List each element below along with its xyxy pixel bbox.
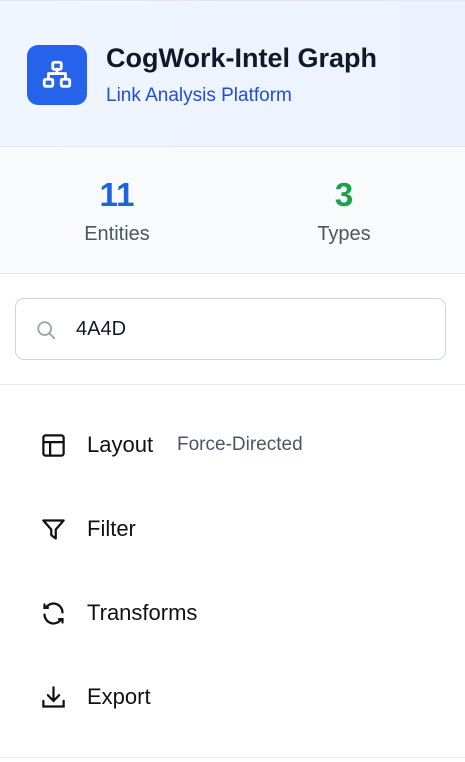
app-subtitle: Link Analysis Platform xyxy=(106,85,292,106)
sitemap-icon xyxy=(42,60,72,88)
stat-value: 3 xyxy=(334,176,354,213)
download-icon xyxy=(42,685,65,708)
search-input[interactable] xyxy=(76,299,426,359)
layout-icon xyxy=(42,433,65,457)
app-title: CogWork-Intel Graph xyxy=(106,43,378,73)
layout-current-value: Force-Directed xyxy=(177,434,303,455)
menu-item-label: Filter xyxy=(87,516,136,541)
menu-item-label: Layout xyxy=(87,432,154,457)
stat-types: 3 Types xyxy=(244,175,444,246)
app-logo xyxy=(27,45,87,105)
app-header: CogWork-Intel Graph Link Analysis Platfo… xyxy=(0,0,465,147)
stat-entities: 11 Entities xyxy=(17,175,217,246)
search-section xyxy=(0,274,465,385)
actions-menu: Layout Force-Directed Filter Transforms … xyxy=(0,385,465,758)
stat-label: Entities xyxy=(84,223,150,245)
search-box[interactable] xyxy=(15,298,446,360)
stats-panel: 11 Entities 3 Types xyxy=(0,147,465,274)
search-icon xyxy=(37,321,56,340)
menu-item-label: Transforms xyxy=(87,600,198,625)
menu-item-label: Export xyxy=(87,684,151,709)
menu-item-filter[interactable]: Filter xyxy=(0,499,465,559)
menu-item-export[interactable]: Export xyxy=(0,667,465,727)
menu-item-layout[interactable]: Layout Force-Directed xyxy=(0,415,465,475)
stat-value: 11 xyxy=(99,176,135,213)
refresh-icon xyxy=(43,601,64,625)
filter-icon xyxy=(42,518,65,540)
menu-item-transforms[interactable]: Transforms xyxy=(0,583,465,643)
stat-label: Types xyxy=(317,223,371,245)
